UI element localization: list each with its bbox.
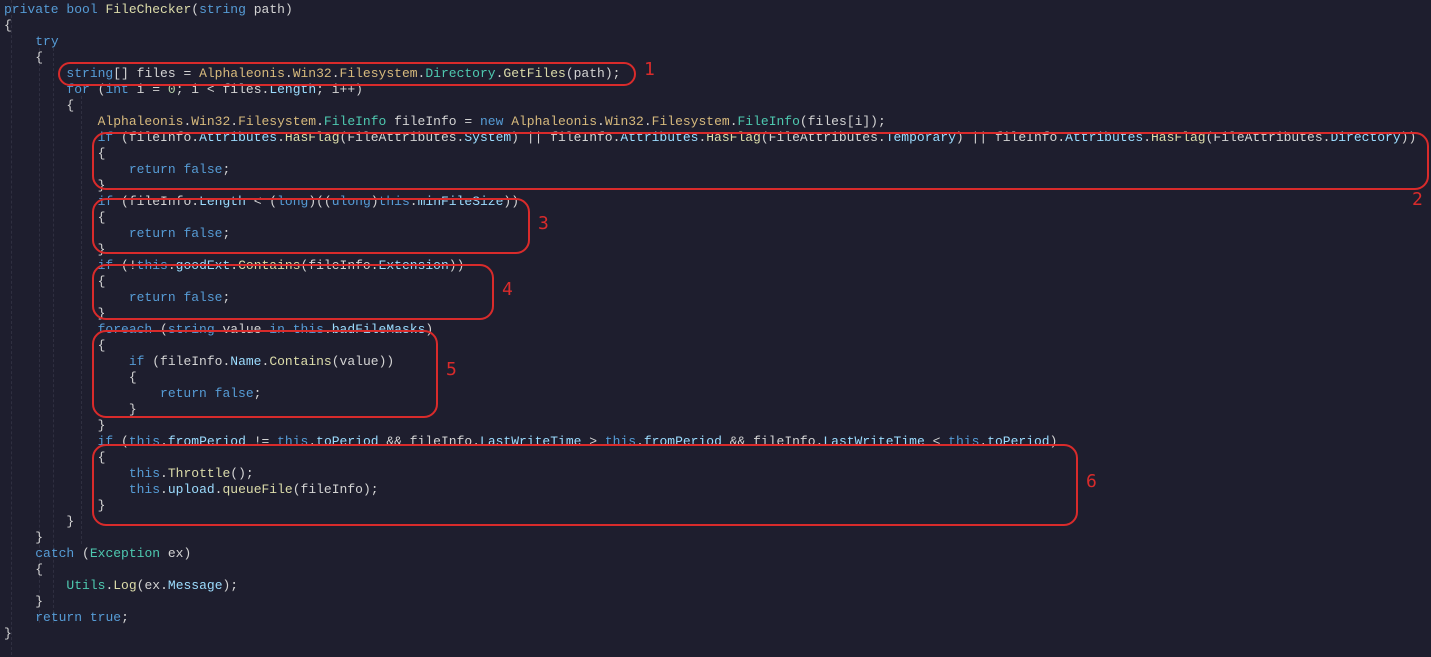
keyword-bool: bool xyxy=(66,2,97,17)
keyword-try: try xyxy=(35,34,58,49)
keyword-private: private xyxy=(4,2,59,17)
method-name: FileChecker xyxy=(105,2,191,17)
keyword-for: for xyxy=(66,82,89,97)
code-block: private bool FileChecker(string path) { … xyxy=(4,2,1416,642)
